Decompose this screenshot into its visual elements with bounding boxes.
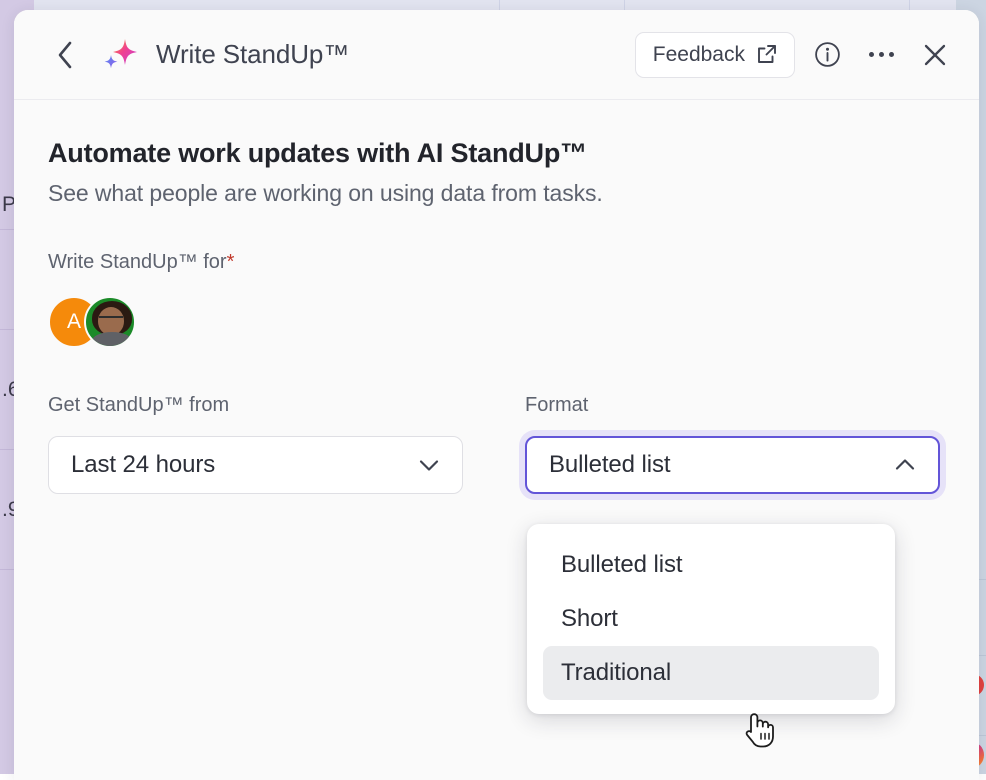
standup-range-field: Get StandUp™ from Last 24 hours — [48, 394, 463, 494]
avatar-initial: A — [67, 310, 81, 334]
format-option-label: Traditional — [561, 659, 671, 687]
assignee-avatars[interactable]: A — [48, 296, 945, 348]
format-label: Format — [525, 394, 940, 417]
required-marker: * — [227, 251, 235, 273]
feedback-button[interactable]: Feedback — [635, 32, 795, 78]
ellipsis-icon — [869, 52, 894, 57]
write-standup-modal: Write StandUp™ Feedback — [14, 10, 979, 780]
external-link-icon — [756, 44, 777, 65]
standup-range-label: Get StandUp™ from — [48, 394, 463, 417]
info-circle-icon — [814, 41, 841, 68]
chevron-up-icon — [892, 452, 918, 478]
info-button[interactable] — [805, 33, 849, 77]
options-row: Get StandUp™ from Last 24 hours Format B… — [48, 394, 945, 494]
format-option-label: Bulleted list — [561, 551, 682, 579]
modal-body: Automate work updates with AI StandUp™ S… — [14, 100, 979, 494]
page-title: Automate work updates with AI StandUp™ — [48, 138, 945, 169]
more-options-button[interactable] — [859, 33, 903, 77]
close-button[interactable] — [913, 33, 957, 77]
close-x-icon — [921, 41, 949, 69]
format-field: Format Bulleted list Bulleted list Short — [525, 394, 940, 494]
chevron-left-icon — [55, 40, 75, 70]
assignee-field: Write StandUp™ for* A — [48, 251, 945, 348]
format-option-bulleted-list[interactable]: Bulleted list — [543, 538, 879, 592]
format-option-label: Short — [561, 605, 618, 633]
assignee-label-text: Write StandUp™ for — [48, 251, 227, 273]
modal-title: Write StandUp™ — [156, 39, 349, 70]
format-select[interactable]: Bulleted list — [525, 436, 940, 494]
format-option-short[interactable]: Short — [543, 592, 879, 646]
back-button[interactable] — [48, 38, 82, 72]
avatar[interactable] — [84, 296, 136, 348]
feedback-button-label: Feedback — [653, 43, 745, 67]
assignee-label: Write StandUp™ for* — [48, 251, 945, 274]
format-option-traditional[interactable]: Traditional — [543, 646, 879, 700]
standup-range-select[interactable]: Last 24 hours — [48, 436, 463, 494]
format-value: Bulleted list — [549, 451, 670, 479]
format-dropdown-menu: Bulleted list Short Traditional — [527, 524, 895, 714]
page-subtitle: See what people are working on using dat… — [48, 180, 945, 207]
chevron-down-icon — [416, 452, 442, 478]
standup-range-value: Last 24 hours — [71, 451, 215, 479]
sparkle-ai-icon — [98, 33, 142, 77]
modal-header: Write StandUp™ Feedback — [14, 10, 979, 100]
header-actions: Feedback — [635, 32, 957, 78]
